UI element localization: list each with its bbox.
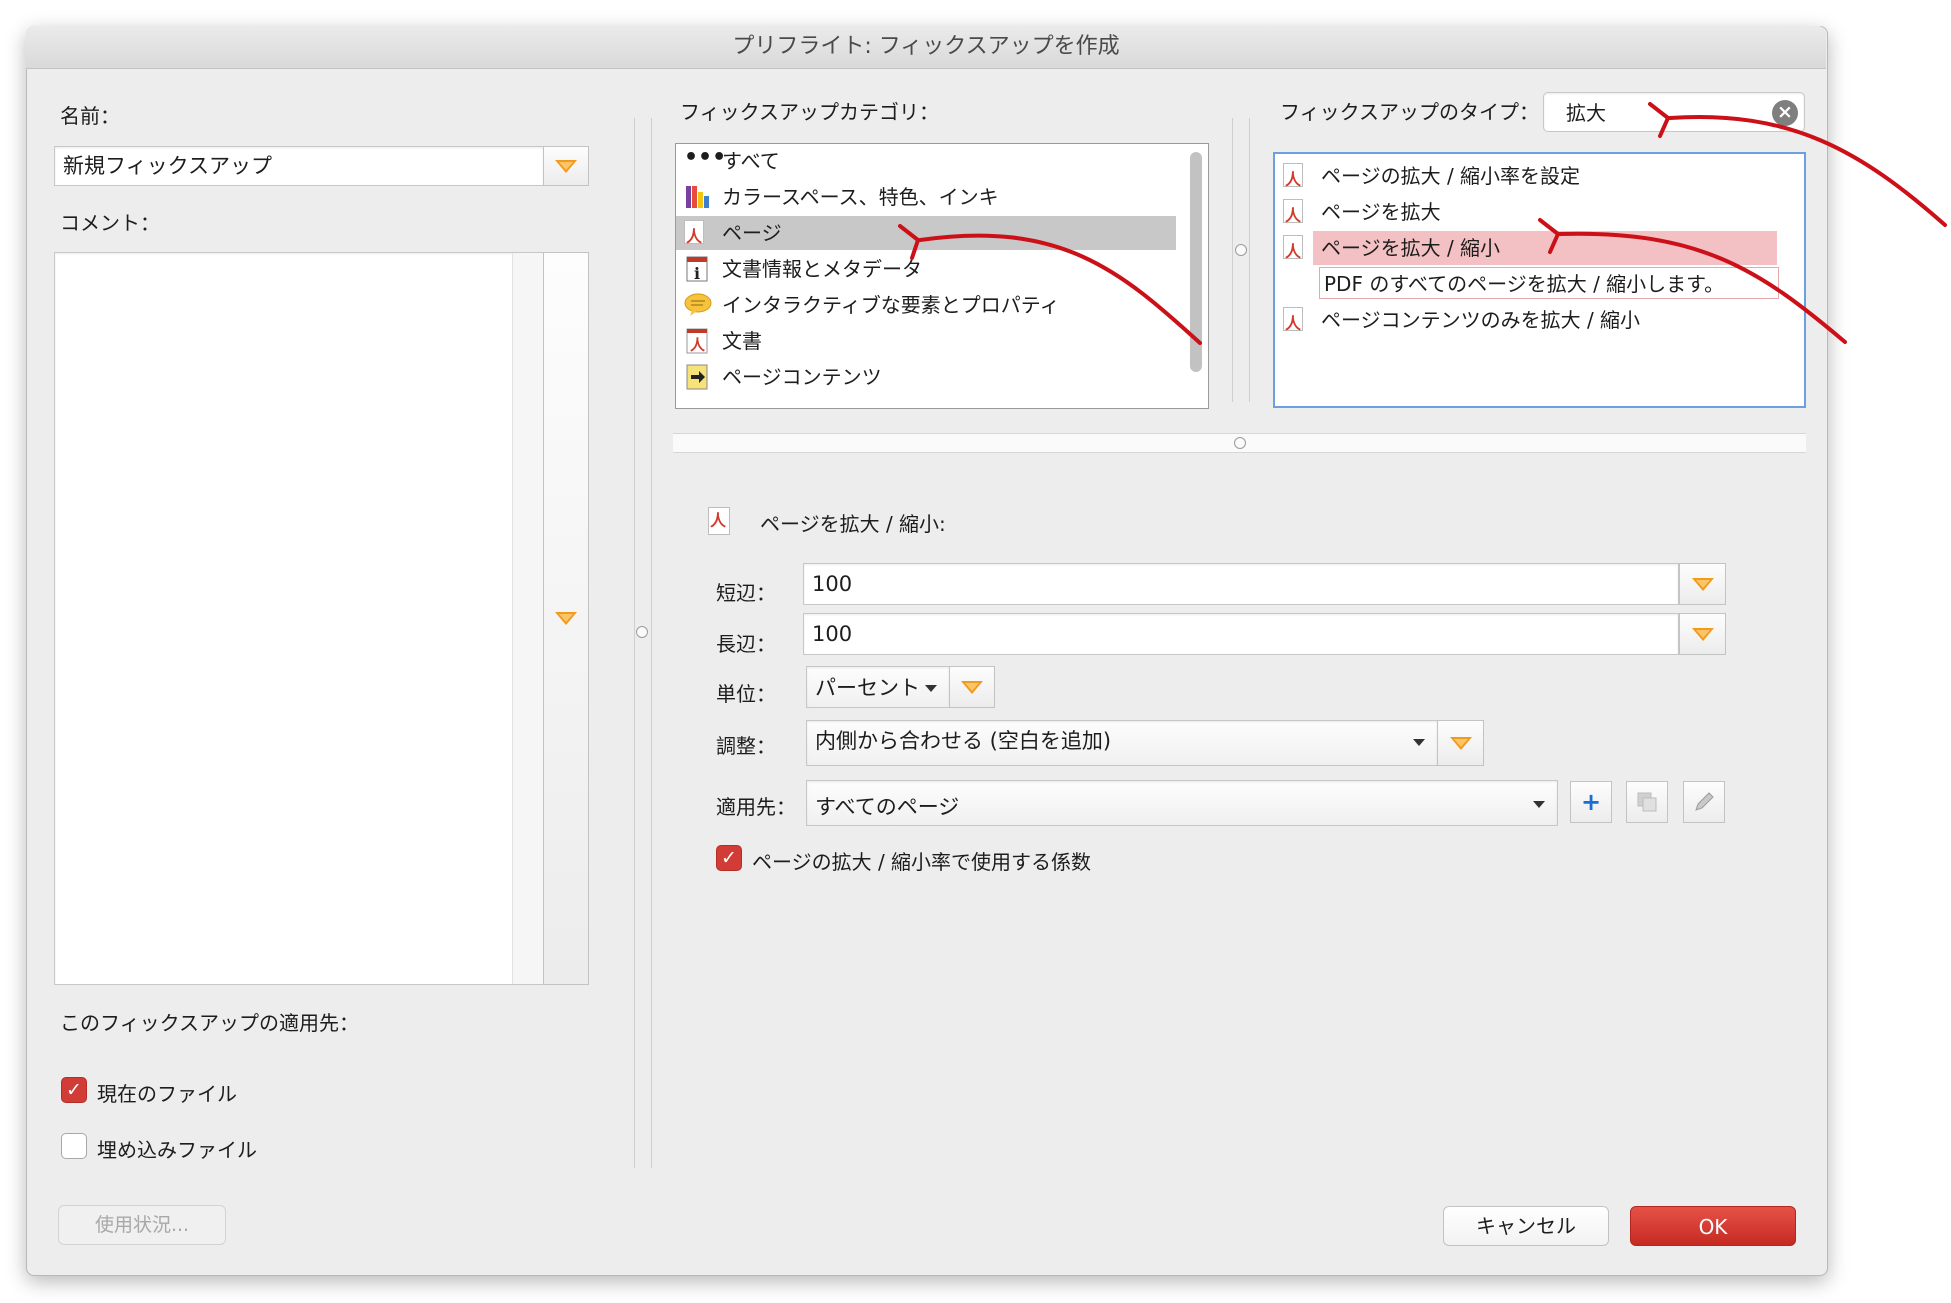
annotation-arrow-category (918, 233, 1202, 345)
annotation-arrowhead (1648, 102, 1670, 138)
annotation-arrow-type (1558, 231, 1847, 344)
annotation-arrowhead (898, 224, 920, 260)
annotation-arrows (898, 102, 1947, 345)
annotation-arrowhead (1538, 218, 1560, 254)
annotation-arrow-search (1668, 115, 1947, 227)
